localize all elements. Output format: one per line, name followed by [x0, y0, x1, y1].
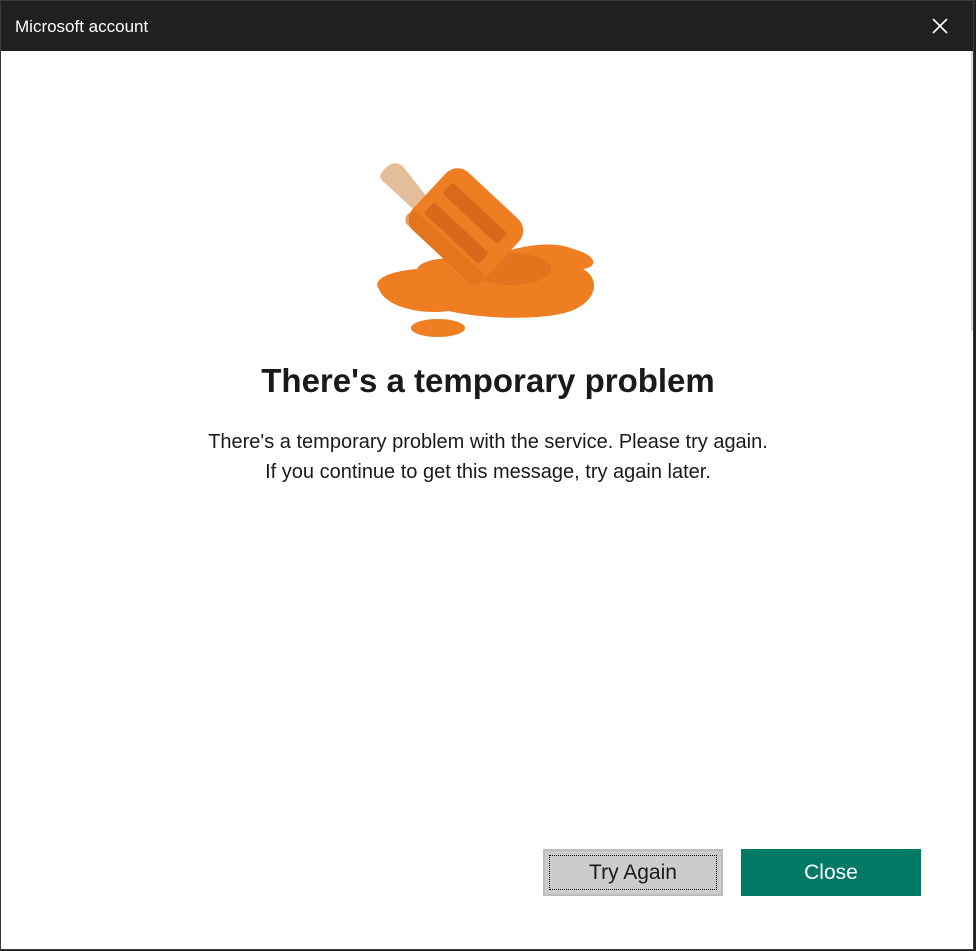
close-button[interactable]: Close — [741, 849, 921, 896]
close-label: Close — [804, 860, 858, 884]
dialog-window: Microsoft account There's a temporary pr… — [0, 0, 974, 950]
background-window-edge — [971, 51, 973, 331]
error-message: There's a temporary problem with the ser… — [208, 431, 768, 483]
try-again-button[interactable]: Try Again — [543, 849, 723, 896]
try-again-label: Try Again — [589, 860, 677, 884]
melted-popsicle-icon — [361, 151, 611, 351]
error-heading: There's a temporary problem — [261, 362, 715, 399]
window-title: Microsoft account — [15, 17, 149, 36]
title-bar[interactable]: Microsoft account — [1, 1, 973, 51]
close-icon[interactable] — [927, 13, 953, 39]
